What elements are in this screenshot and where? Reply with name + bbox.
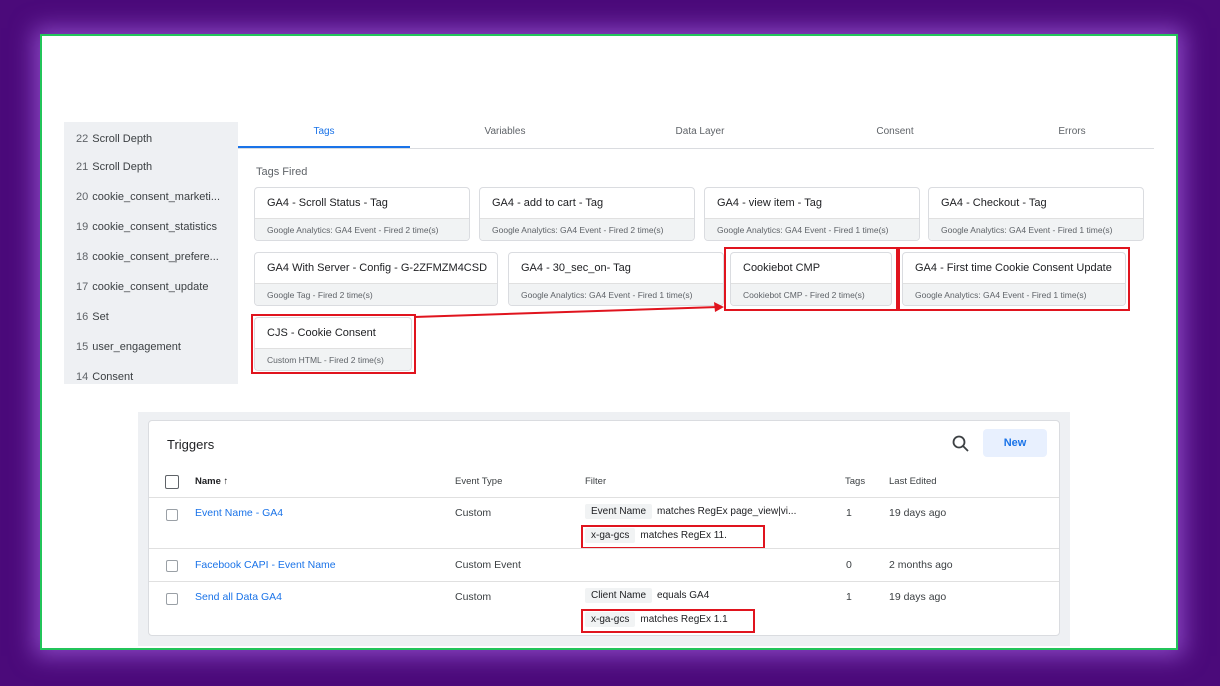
- row-divider: [149, 497, 1059, 498]
- event-type: Custom Event: [455, 559, 521, 571]
- column-header-last-edited[interactable]: Last Edited: [889, 476, 937, 487]
- last-edited: 19 days ago: [889, 591, 947, 603]
- row-checkbox[interactable]: [166, 560, 178, 572]
- row-checkbox[interactable]: [166, 593, 178, 605]
- tag-count: 1: [846, 507, 852, 519]
- tag-count: 0: [846, 559, 852, 571]
- highlight-box: [581, 525, 765, 549]
- filter-condition: Client Name equals GA4: [585, 588, 709, 603]
- filter-text: equals GA4: [657, 590, 710, 601]
- highlight-box: [581, 609, 755, 633]
- event-type: Custom: [455, 507, 492, 519]
- trigger-name-link[interactable]: Event Name - GA4: [195, 507, 283, 519]
- filter-condition: Event Name matches RegEx page_view|vi...: [585, 504, 796, 519]
- new-trigger-button[interactable]: New: [983, 429, 1047, 457]
- triggers-section: Triggers New Name ↑ Event Type Filter Ta…: [138, 412, 1070, 646]
- select-all-checkbox[interactable]: [165, 475, 179, 489]
- row-divider: [149, 581, 1059, 582]
- triggers-title: Triggers: [167, 437, 215, 452]
- filter-text: matches RegEx page_view|vi...: [657, 506, 797, 517]
- tag-count: 1: [846, 591, 852, 603]
- column-header-tags[interactable]: Tags: [845, 476, 865, 487]
- row-checkbox[interactable]: [166, 509, 178, 521]
- last-edited: 2 months ago: [889, 559, 953, 571]
- row-divider: [149, 548, 1059, 549]
- triggers-panel: Triggers New Name ↑ Event Type Filter Ta…: [148, 420, 1060, 636]
- filter-variable-chip: Event Name: [585, 504, 653, 519]
- last-edited: 19 days ago: [889, 507, 947, 519]
- column-header-filter[interactable]: Filter: [585, 476, 606, 487]
- column-header-event-type[interactable]: Event Type: [455, 476, 502, 487]
- trigger-name-link[interactable]: Facebook CAPI - Event Name: [195, 559, 336, 571]
- trigger-name-link[interactable]: Send all Data GA4: [195, 591, 282, 603]
- event-type: Custom: [455, 591, 492, 603]
- search-icon[interactable]: [951, 434, 971, 454]
- screenshot-frame: 22 Scroll Depth 21 Scroll Depth 20 cookie_c…: [40, 34, 1178, 650]
- filter-variable-chip: Client Name: [585, 588, 653, 603]
- column-header-name[interactable]: Name ↑: [195, 476, 228, 487]
